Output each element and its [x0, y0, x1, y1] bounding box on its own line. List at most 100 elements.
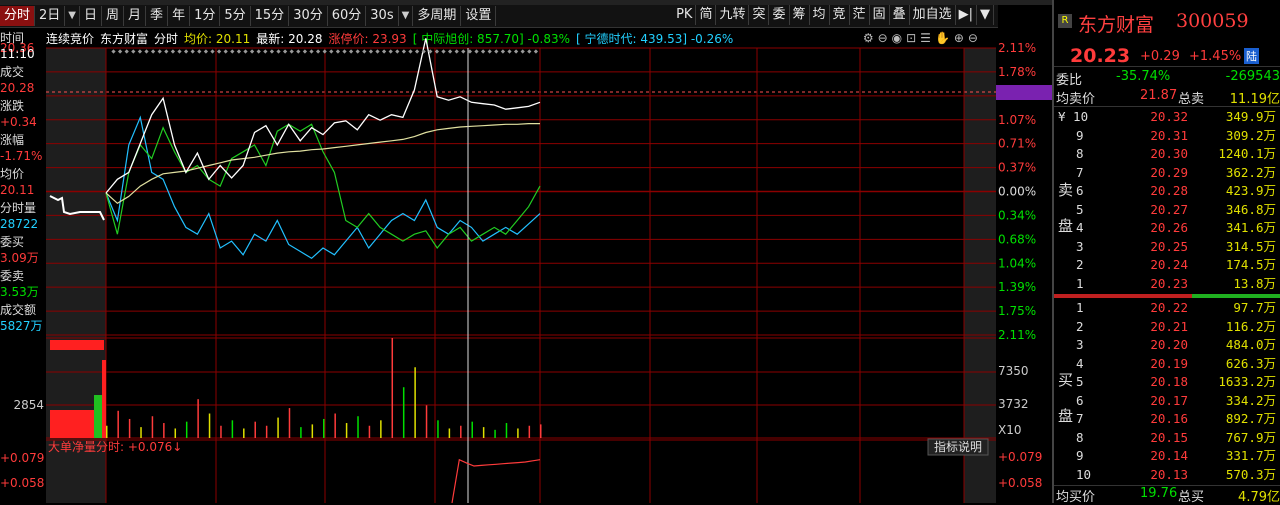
event-marker [124, 49, 129, 54]
vol-value: 28722 [0, 217, 39, 231]
event-marker [256, 49, 261, 54]
event-marker [395, 49, 400, 54]
auction-ratio-bar [50, 340, 104, 350]
level-price: 20.28 [1150, 183, 1188, 198]
sells-level-row[interactable]: 1 20.23 13.8万 [1054, 275, 1280, 292]
level-price: 20.24 [1150, 257, 1188, 272]
level-number: 3 [1076, 238, 1084, 254]
sell-pressure-bar [1054, 294, 1192, 298]
volume-bar [231, 420, 234, 438]
sells-level-row[interactable]: 4 20.26 341.6万 [1054, 219, 1280, 236]
buys-level-row[interactable]: 4 20.19 626.3万 [1054, 355, 1280, 372]
volume-bar [300, 427, 302, 438]
sells-level-row[interactable]: 3 20.25 314.5万 [1054, 238, 1280, 255]
hk-connect-tag: 陆 [1244, 48, 1259, 64]
volume-bar [288, 408, 291, 438]
level-volume: 174.5万 [1225, 257, 1276, 272]
level-number: 5 [1076, 201, 1084, 217]
volume-bar [357, 416, 359, 438]
time-value: 11:10 [0, 47, 35, 61]
event-marker [388, 49, 393, 54]
sells-level-row[interactable]: ¥ 10 20.32 349.9万 [1054, 108, 1280, 125]
event-marker [362, 49, 367, 54]
event-marker [368, 49, 374, 54]
buys-level-row[interactable]: 6 20.17 334.2万 [1054, 392, 1280, 409]
indicator-line [451, 458, 541, 503]
volume-bar [277, 417, 279, 438]
volume-bar [402, 387, 405, 438]
volume-bar [494, 429, 496, 438]
sells-level-row[interactable]: 6 20.28 423.9万 [1054, 182, 1280, 199]
event-marker [236, 49, 242, 54]
level-volume: 626.3万 [1225, 355, 1276, 371]
event-marker [480, 49, 486, 54]
time-label: 时间 [0, 31, 25, 45]
buys-level-row[interactable]: 5 20.18 1633.2万 [1054, 373, 1280, 390]
pct-axis-label: 1.78% [998, 65, 1036, 79]
vol-axis-label: 3732 [998, 397, 1029, 411]
level-price: 20.20 [1150, 337, 1188, 352]
quote-badge: R [1058, 14, 1072, 28]
pct-axis-label: 0.68% [998, 232, 1036, 246]
level-price: 20.25 [1150, 238, 1188, 254]
buys-level-row[interactable]: 7 20.16 892.7万 [1054, 410, 1280, 427]
quote-pct: +1.45% [1189, 49, 1242, 64]
indicator-help-text: 指标说明 [934, 439, 982, 454]
weibi-label: 委比 [1056, 73, 1083, 88]
pct-value: -1.71% [0, 149, 43, 163]
level-price: 20.14 [1150, 448, 1188, 463]
event-marker [487, 49, 492, 54]
indicator-axis-label: +0.058 [998, 476, 1042, 490]
level-price: 20.31 [1150, 127, 1188, 143]
ask-value: 3.53万 [0, 285, 39, 299]
level-volume: 341.6万 [1225, 220, 1276, 235]
volume-bar [391, 338, 394, 438]
event-marker [296, 49, 301, 54]
auction-volume [50, 410, 94, 438]
event-marker [533, 49, 539, 54]
buys-level-row[interactable]: 9 20.14 331.7万 [1054, 447, 1280, 464]
event-marker [230, 49, 235, 54]
buys-level-row[interactable]: 10 20.13 570.3万 [1054, 466, 1280, 483]
event-marker [348, 49, 354, 54]
sells-level-row[interactable]: 9 20.31 309.2万 [1054, 127, 1280, 144]
sells-level-row[interactable]: 8 20.30 1240.1万 [1054, 145, 1280, 162]
sells-level-row[interactable]: 2 20.24 174.5万 [1054, 256, 1280, 273]
volume-bar [208, 413, 211, 438]
buys-level-row[interactable]: 3 20.20 484.0万 [1054, 336, 1280, 353]
volume-bar [117, 410, 119, 438]
level-number: 9 [1076, 448, 1084, 463]
level-number: 2 [1076, 257, 1084, 272]
level-volume: 116.2万 [1225, 318, 1276, 334]
avg-value: 20.11 [0, 183, 35, 197]
volume-bar [334, 413, 336, 438]
buys-level-row[interactable]: 8 20.15 767.9万 [1054, 429, 1280, 446]
level-number: 10 [1076, 466, 1092, 482]
level-price: 20.18 [1150, 374, 1188, 389]
buys-level-row[interactable]: 1 20.22 97.7万 [1054, 299, 1280, 316]
event-marker [375, 49, 380, 54]
level-price: 20.19 [1150, 355, 1188, 371]
total-sell-label: 总卖 [1178, 92, 1205, 107]
event-marker [309, 49, 314, 54]
level-number: 7 [1076, 411, 1084, 426]
volume-bar [505, 423, 508, 438]
level-volume: 1240.1万 [1218, 146, 1276, 161]
volume-bar [425, 405, 428, 438]
volume-bar [311, 424, 314, 438]
buys-level-row[interactable]: 2 20.21 116.2万 [1054, 318, 1280, 335]
event-marker [144, 49, 149, 54]
event-marker [507, 49, 512, 54]
volume-bar [197, 399, 199, 438]
total-buy-label: 总买 [1178, 490, 1205, 505]
sells-level-row[interactable]: 5 20.27 346.8万 [1054, 201, 1280, 218]
level-price: 20.26 [1150, 220, 1188, 235]
deal-label: 成交 [0, 65, 25, 79]
avg-sell-label: 均卖价 [1056, 92, 1096, 107]
level-number: 4 [1076, 355, 1084, 371]
weibi-value: -35.74% [1116, 69, 1171, 84]
event-marker [335, 49, 341, 54]
intraday-chart[interactable]: 2.11%1.78%1.45%1.07%0.71%0.37%0.00%0.34%… [0, 0, 1052, 503]
sells-level-row[interactable]: 7 20.29 362.2万 [1054, 164, 1280, 181]
level-price: 20.13 [1150, 466, 1188, 482]
